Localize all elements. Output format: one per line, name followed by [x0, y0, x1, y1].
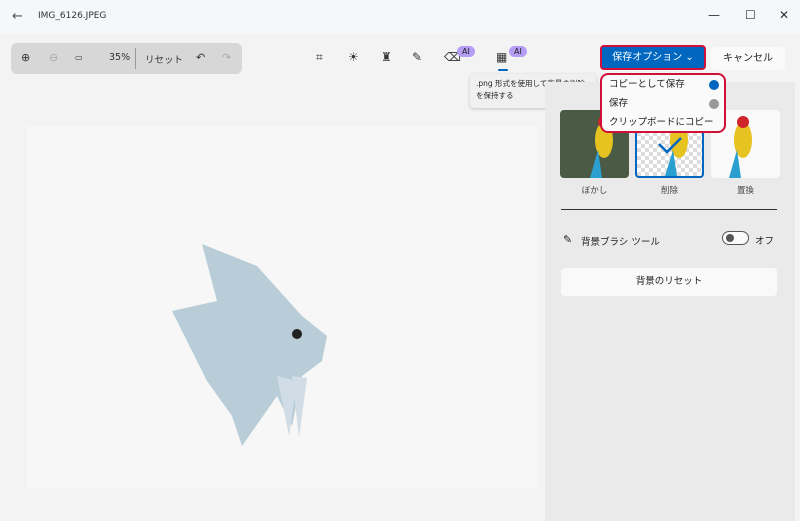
brush-tool-toggle[interactable]: [722, 231, 749, 245]
crop-icon[interactable]: ⌗: [316, 50, 323, 65]
brightness-icon[interactable]: ☀: [348, 50, 359, 64]
zoom-in-icon[interactable]: ⊕: [21, 51, 30, 64]
markup-icon[interactable]: ✎: [412, 50, 422, 64]
reset-background-button[interactable]: 背景のリセット: [561, 268, 777, 296]
minimize-icon[interactable]: —: [708, 8, 720, 22]
ai-badge: AI: [457, 46, 475, 57]
zoom-toolbar: ⊕ ⊖ ▭ 35% リセット ↶ ↷: [11, 43, 242, 74]
cancel-button[interactable]: キャンセル: [711, 47, 785, 70]
filter-icon[interactable]: ♜: [381, 50, 392, 64]
maximize-icon[interactable]: ☐: [745, 8, 756, 22]
menu-item-save-as-copy[interactable]: コピーとして保存: [609, 76, 724, 94]
arrow-left-icon[interactable]: ←: [12, 9, 23, 24]
save-options-menu: コピーとして保存 保存 クリップボードにコピー: [600, 73, 726, 133]
brush-tool-label: 背景ブラシ ツール: [581, 237, 660, 248]
zoom-out-icon[interactable]: ⊖: [49, 51, 58, 64]
ai-badge: AI: [509, 46, 527, 57]
brush-icon: ✎: [563, 233, 573, 246]
close-icon[interactable]: ✕: [779, 8, 789, 22]
option-label: 置換: [736, 186, 754, 196]
title-bar: ← IMG_6126.JPEG — ☐ ✕: [0, 0, 800, 34]
actual-size-icon[interactable]: ▭: [75, 53, 83, 62]
save-options-button[interactable]: 保存オプション ⌄: [600, 45, 706, 70]
reset-button[interactable]: リセット: [145, 52, 183, 66]
undo-icon[interactable]: ↶: [196, 51, 205, 64]
option-label: ぼかし: [581, 186, 608, 196]
menu-item-save[interactable]: 保存: [609, 95, 724, 113]
fish-image: [172, 244, 327, 446]
menu-item-copy-to-clipboard[interactable]: クリップボードにコピー: [609, 114, 724, 132]
divider: [561, 209, 777, 210]
toggle-state: オフ: [755, 236, 775, 247]
image-canvas[interactable]: [27, 126, 537, 488]
info-icon: [709, 99, 719, 109]
chevron-down-icon: ⌄: [685, 52, 694, 63]
option-label: 削除: [660, 186, 678, 196]
redo-icon[interactable]: ↷: [222, 51, 231, 64]
info-icon: [709, 80, 719, 90]
zoom-level: 35%: [109, 52, 131, 63]
active-tool-indicator: [498, 69, 508, 71]
window-title: IMG_6126.JPEG: [38, 11, 107, 21]
background-icon[interactable]: ▦: [496, 50, 507, 64]
